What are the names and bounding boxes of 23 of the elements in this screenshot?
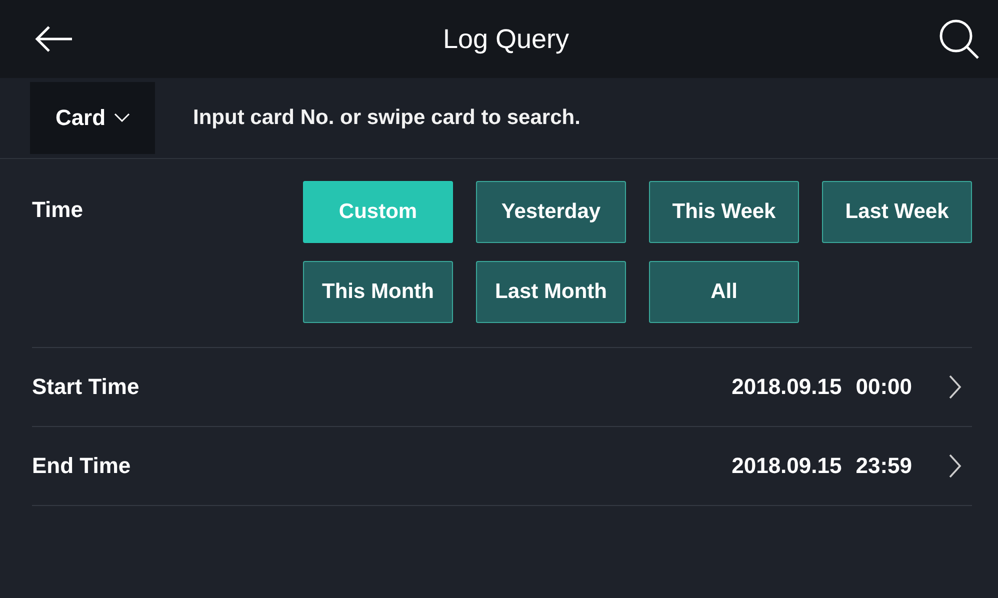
- card-type-dropdown[interactable]: Card: [30, 82, 155, 154]
- time-option[interactable]: Last Week: [822, 181, 972, 243]
- row-label: Start Time: [32, 374, 140, 400]
- time-option[interactable]: This Week: [649, 181, 799, 243]
- time-label: Time: [32, 196, 84, 224]
- time-value: 00:00: [856, 374, 912, 400]
- search-field[interactable]: Input card No. or swipe card to search.: [191, 105, 998, 131]
- time-option[interactable]: Last Month: [476, 261, 626, 323]
- time-value: 23:59: [856, 453, 912, 479]
- date-value: 2018.09.15: [732, 374, 842, 400]
- search-button[interactable]: [938, 18, 980, 60]
- back-arrow-icon: [34, 25, 74, 53]
- back-button[interactable]: [34, 25, 74, 53]
- time-option[interactable]: Yesterday: [476, 181, 626, 243]
- chevron-right-icon[interactable]: [948, 453, 962, 479]
- page-title: Log Query: [442, 24, 570, 54]
- time-option[interactable]: All: [649, 261, 799, 323]
- row-label: End Time: [32, 453, 132, 479]
- search-icon: [938, 18, 980, 60]
- time-option[interactable]: This Month: [303, 261, 453, 323]
- chevron-right-icon[interactable]: [948, 374, 962, 400]
- date-value: 2018.09.15: [732, 453, 842, 479]
- chevron-down-icon: [114, 113, 130, 123]
